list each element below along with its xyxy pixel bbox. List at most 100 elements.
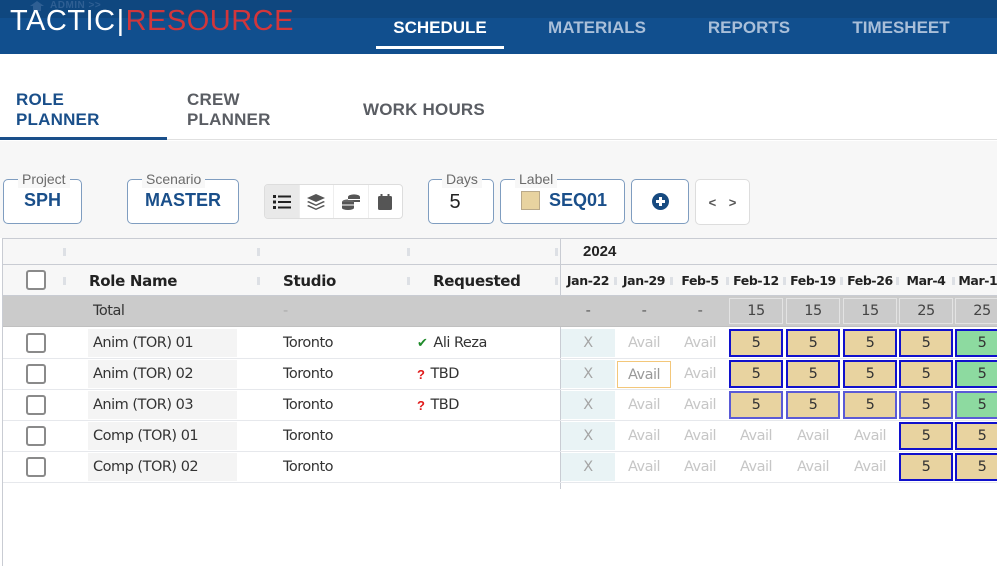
allocation-cell[interactable]: 5 bbox=[955, 422, 997, 450]
allocation-cell[interactable]: 5 bbox=[955, 391, 997, 419]
column-resize-handle[interactable] bbox=[726, 277, 729, 285]
date-column-header[interactable]: Jan-29 bbox=[616, 265, 672, 296]
available-cell[interactable]: Avail bbox=[672, 359, 728, 389]
role-name-cell[interactable]: Comp (TOR) 01 bbox=[88, 422, 237, 450]
row-checkbox[interactable] bbox=[26, 457, 46, 477]
next-button[interactable]: > bbox=[729, 195, 737, 210]
date-column-header[interactable]: Mar-11 bbox=[954, 265, 997, 296]
column-resize-handle[interactable] bbox=[896, 277, 899, 285]
tab-role-planner[interactable]: ROLE PLANNER bbox=[0, 80, 167, 140]
role-name-cell[interactable]: Anim (TOR) 01 bbox=[88, 329, 237, 357]
select-all-checkbox[interactable] bbox=[26, 270, 46, 290]
allocation-cell[interactable]: 5 bbox=[955, 453, 997, 481]
column-header-requested[interactable]: Requested bbox=[433, 265, 521, 296]
column-resize-handle[interactable] bbox=[952, 277, 955, 285]
allocation-cell[interactable]: 5 bbox=[843, 360, 897, 388]
row-checkbox[interactable] bbox=[26, 333, 46, 353]
prev-button[interactable]: < bbox=[709, 195, 717, 210]
requested-cell[interactable]: ? TBD bbox=[417, 390, 459, 420]
role-name-cell[interactable]: Anim (TOR) 03 bbox=[88, 391, 237, 419]
view-list-button[interactable] bbox=[265, 185, 300, 218]
view-coins-button[interactable] bbox=[334, 185, 369, 218]
row-checkbox[interactable] bbox=[26, 364, 46, 384]
nav-materials[interactable]: MATERIALS bbox=[504, 0, 690, 54]
row-checkbox[interactable] bbox=[26, 426, 46, 446]
requested-cell[interactable]: ? TBD bbox=[417, 359, 459, 389]
column-resize-handle[interactable] bbox=[257, 248, 260, 256]
column-resize-handle[interactable] bbox=[670, 277, 673, 285]
available-cell[interactable]: Avail bbox=[728, 421, 784, 451]
label-select[interactable]: Label SEQ01 bbox=[500, 170, 625, 224]
app-logo[interactable]: TACTIC | RESOURCE bbox=[10, 5, 294, 38]
view-calendar-button[interactable] bbox=[369, 185, 403, 218]
column-resize-handle[interactable] bbox=[407, 277, 410, 285]
allocation-cell[interactable]: 5 bbox=[786, 329, 840, 357]
column-resize-handle[interactable] bbox=[257, 277, 260, 285]
allocation-cell[interactable]: 5 bbox=[899, 329, 953, 357]
allocation-cell[interactable]: 5 bbox=[729, 329, 783, 357]
unavailable-cell[interactable]: X bbox=[561, 329, 615, 357]
allocation-cell[interactable]: 5 bbox=[899, 453, 953, 481]
column-resize-handle[interactable] bbox=[555, 248, 558, 256]
column-resize-handle[interactable] bbox=[407, 248, 410, 256]
date-column-header[interactable]: Feb-26 bbox=[842, 265, 898, 296]
column-resize-handle[interactable] bbox=[63, 277, 66, 285]
available-cell[interactable]: Avail bbox=[616, 390, 672, 420]
date-column-header[interactable]: Jan-22 bbox=[560, 265, 616, 296]
allocation-cell[interactable]: 5 bbox=[899, 391, 953, 419]
available-cell[interactable]: Avail bbox=[672, 452, 728, 482]
role-name-cell[interactable]: Anim (TOR) 02 bbox=[88, 360, 237, 388]
allocation-cell[interactable]: 5 bbox=[955, 360, 997, 388]
add-role-button[interactable] bbox=[631, 179, 689, 224]
allocation-cell[interactable]: 5 bbox=[899, 360, 953, 388]
allocation-cell[interactable]: 5 bbox=[786, 360, 840, 388]
nav-reports[interactable]: REPORTS bbox=[690, 0, 808, 54]
allocation-cell[interactable]: 5 bbox=[899, 422, 953, 450]
scenario-select[interactable]: Scenario MASTER bbox=[127, 170, 239, 224]
column-resize-handle[interactable] bbox=[614, 277, 617, 285]
allocation-cell[interactable]: 5 bbox=[786, 391, 840, 419]
available-cell[interactable]: Avail bbox=[672, 328, 728, 358]
date-column-header[interactable]: Feb-5 bbox=[672, 265, 728, 296]
available-cell[interactable]: Avail bbox=[785, 421, 841, 451]
available-cell[interactable]: Avail bbox=[728, 452, 784, 482]
available-cell[interactable]: Avail bbox=[785, 452, 841, 482]
days-input[interactable]: Days 5 bbox=[428, 170, 494, 224]
nav-timesheet[interactable]: TIMESHEET bbox=[808, 0, 994, 54]
column-resize-handle[interactable] bbox=[783, 277, 786, 285]
date-column-header[interactable]: Feb-19 bbox=[785, 265, 841, 296]
table-row: Anim (TOR) 03 Toronto? TBD X Avail Avail 5 5 5 5 5 bbox=[3, 390, 997, 421]
unavailable-cell[interactable]: X bbox=[561, 453, 615, 481]
tab-crew-planner[interactable]: CREW PLANNER bbox=[167, 80, 343, 139]
column-resize-handle[interactable] bbox=[63, 248, 66, 256]
view-layers-button[interactable] bbox=[300, 185, 334, 218]
unavailable-cell[interactable]: X bbox=[561, 422, 615, 450]
nav-schedule[interactable]: SCHEDULE bbox=[376, 0, 504, 54]
available-cell[interactable]: Avail bbox=[617, 361, 671, 388]
available-cell[interactable]: Avail bbox=[616, 328, 672, 358]
column-resize-handle[interactable] bbox=[555, 277, 558, 285]
available-cell[interactable]: Avail bbox=[616, 452, 672, 482]
allocation-cell[interactable]: 5 bbox=[955, 329, 997, 357]
allocation-cell[interactable]: 5 bbox=[843, 329, 897, 357]
available-cell[interactable]: Avail bbox=[672, 421, 728, 451]
available-cell[interactable]: Avail bbox=[842, 452, 898, 482]
tab-work-hours[interactable]: WORK HOURS bbox=[343, 80, 501, 139]
column-resize-handle[interactable] bbox=[840, 277, 843, 285]
column-header-role-name[interactable]: Role Name bbox=[89, 265, 177, 296]
project-select[interactable]: Project SPH bbox=[3, 170, 82, 224]
unavailable-cell[interactable]: X bbox=[561, 360, 615, 388]
available-cell[interactable]: Avail bbox=[672, 390, 728, 420]
column-header-studio[interactable]: Studio bbox=[283, 265, 336, 296]
date-column-header[interactable]: Feb-12 bbox=[728, 265, 784, 296]
requested-cell[interactable]: ✔ Ali Reza bbox=[417, 328, 487, 358]
row-checkbox[interactable] bbox=[26, 395, 46, 415]
date-column-header[interactable]: Mar-4 bbox=[898, 265, 954, 296]
role-name-cell[interactable]: Comp (TOR) 02 bbox=[88, 453, 237, 481]
available-cell[interactable]: Avail bbox=[616, 421, 672, 451]
available-cell[interactable]: Avail bbox=[842, 421, 898, 451]
allocation-cell[interactable]: 5 bbox=[729, 360, 783, 388]
allocation-cell[interactable]: 5 bbox=[729, 391, 783, 419]
allocation-cell[interactable]: 5 bbox=[843, 391, 897, 419]
unavailable-cell[interactable]: X bbox=[561, 391, 615, 419]
